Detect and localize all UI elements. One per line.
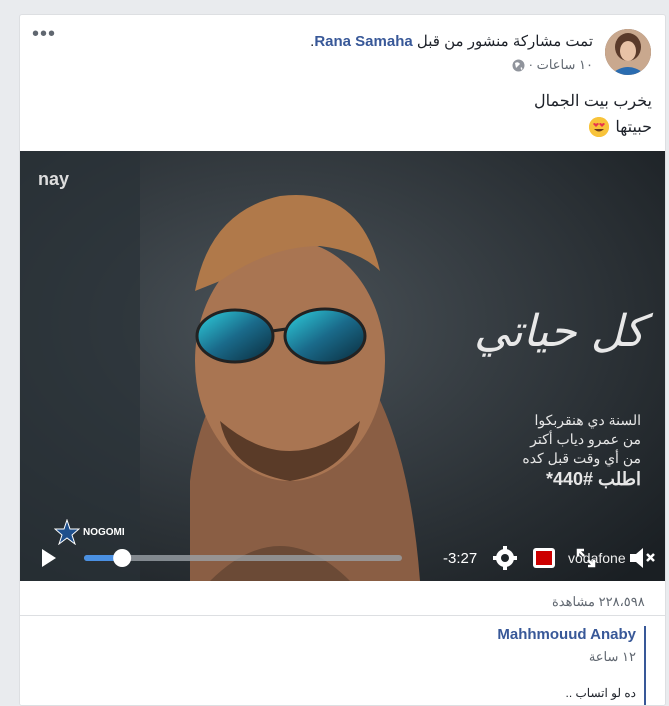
ad-line-2: من عمرو دياب أكتر: [530, 431, 641, 447]
progress-track[interactable]: [84, 555, 402, 561]
channel-logo: nay: [38, 169, 69, 190]
ad-line-3: من أي وقت قبل كده: [522, 450, 641, 466]
volume-mute-icon[interactable]: [628, 547, 656, 574]
post-card: تمت مشاركة منشور من قبل Rana Samaha. ١٠ …: [19, 14, 666, 706]
video-controls: -3:27 vodafone: [20, 531, 665, 581]
comment-item: Mahhmouud Anaby ١٢ ساعة ده لو اتساب ..: [20, 615, 665, 705]
ad-line-4: اطلب #440*: [545, 469, 641, 489]
share-prefix: تمت مشاركة منشور من قبل: [416, 33, 593, 50]
post-text-line1: يخرب بيت الجمال: [534, 93, 652, 110]
commenter-name[interactable]: Mahhmouud Anaby: [497, 626, 636, 643]
author-avatar[interactable]: [605, 29, 651, 75]
hd-badge-icon[interactable]: [532, 547, 556, 574]
fullscreen-icon[interactable]: [576, 548, 596, 573]
globe-icon: [512, 59, 525, 72]
comment-thread-line: [644, 626, 646, 705]
author-link[interactable]: Rana Samaha: [314, 33, 412, 50]
progress-handle[interactable]: [113, 549, 132, 567]
video-player[interactable]: nay كل حياتي السنة دي هنقربكوا من عمرو د…: [20, 151, 665, 581]
song-title-art: كل حياتي: [473, 306, 645, 357]
post-meta: ١٠ ساعات ·: [512, 57, 593, 73]
play-icon[interactable]: [42, 549, 56, 567]
post-text-line2-label: حبيتها: [615, 119, 652, 136]
settings-gear-icon[interactable]: [493, 546, 517, 575]
time-remaining: -3:27: [443, 550, 478, 567]
video-frame: [20, 151, 665, 581]
post-time[interactable]: ١٠ ساعات ·: [529, 57, 593, 73]
heart-eyes-emoji-icon: [589, 117, 610, 137]
view-count: ٢٢٨،٥٩٨ مشاهدة: [552, 594, 645, 609]
post-header: تمت مشاركة منشور من قبل Rana Samaha. ١٠ …: [20, 15, 665, 95]
more-options-icon[interactable]: •••: [32, 24, 56, 44]
channel-logo-label: nay: [38, 169, 70, 189]
ad-line-1: السنة دي هنقربكوا: [534, 412, 641, 428]
ad-text: السنة دي هنقربكوا من عمرو دياب أكتر من أ…: [522, 411, 641, 489]
share-line: تمت مشاركة منشور من قبل Rana Samaha.: [310, 32, 593, 50]
post-text-line2: حبيتها: [589, 117, 652, 137]
comment-text: ده لو اتساب ..: [565, 686, 637, 700]
comment-time[interactable]: ١٢ ساعة: [589, 649, 636, 665]
